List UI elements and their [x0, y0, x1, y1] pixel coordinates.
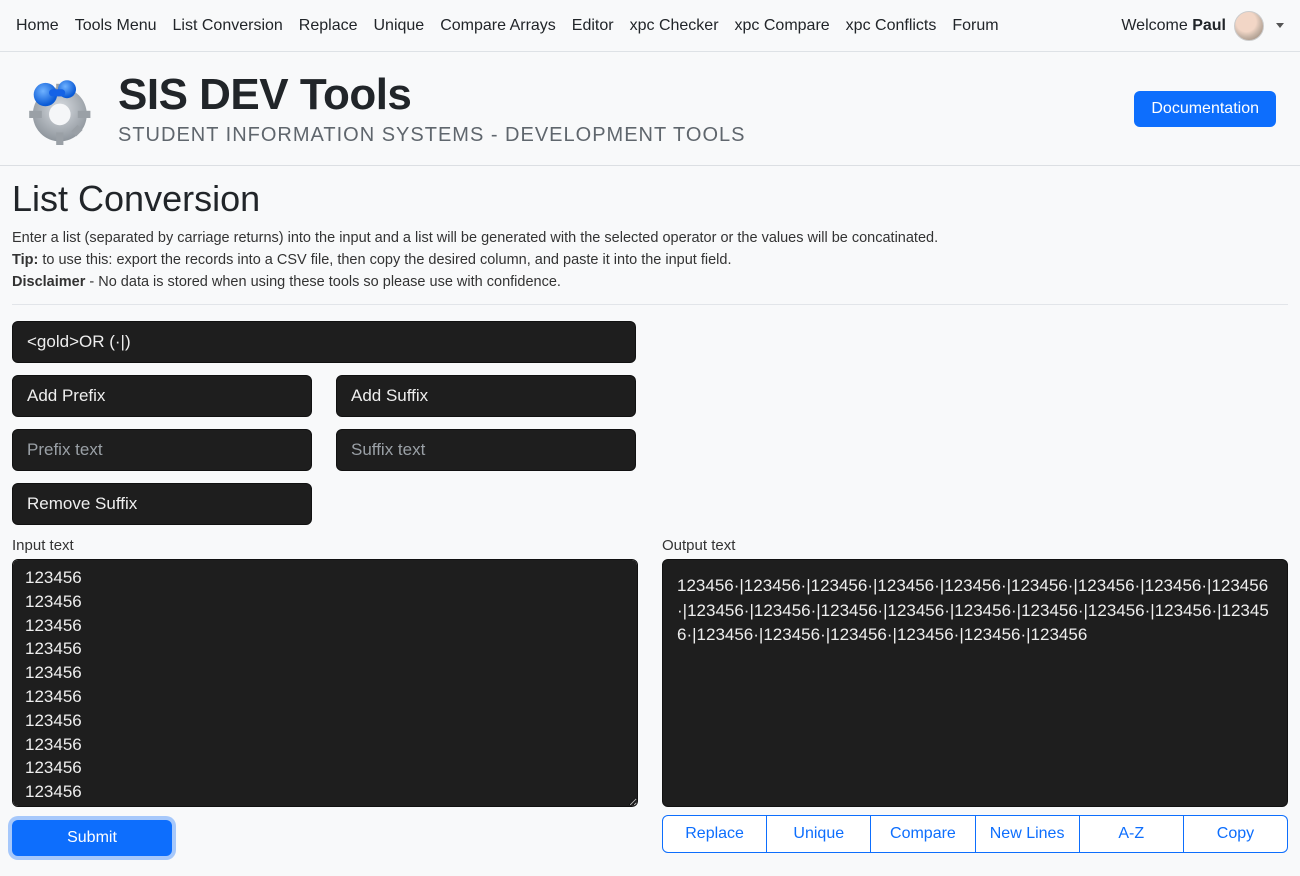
- intro-line: Enter a list (separated by carriage retu…: [12, 230, 1288, 246]
- disclaimer-line: Disclaimer - No data is stored when usin…: [12, 274, 1288, 290]
- nav-right: Welcome Paul: [1121, 11, 1284, 41]
- output-area[interactable]: 123456·|123456·|123456·|123456·|123456·|…: [662, 559, 1288, 807]
- add-prefix-label: Add Prefix: [12, 375, 312, 417]
- prefix-input[interactable]: [12, 429, 312, 471]
- top-nav: Home Tools Menu List Conversion Replace Uniq…: [0, 0, 1300, 52]
- app-title: SIS DEV Tools: [118, 70, 745, 120]
- add-suffix-label: Add Suffix: [336, 375, 636, 417]
- main: List Conversion Enter a list (separated …: [0, 166, 1300, 876]
- output-button-group: ReplaceUniqueCompareNew LinesA-ZCopy: [662, 815, 1288, 853]
- unique-button[interactable]: Unique: [767, 815, 871, 853]
- chevron-down-icon[interactable]: [1276, 23, 1284, 28]
- nav-link-tools-menu[interactable]: Tools Menu: [75, 17, 157, 35]
- copy-button[interactable]: Copy: [1184, 815, 1288, 853]
- operator-select[interactable]: [12, 321, 636, 363]
- nav-link-compare-arrays[interactable]: Compare Arrays: [440, 17, 556, 35]
- replace-button[interactable]: Replace: [662, 815, 767, 853]
- compare-button[interactable]: Compare: [871, 815, 975, 853]
- nav-link-forum[interactable]: Forum: [952, 17, 998, 35]
- nav-link-list-conversion[interactable]: List Conversion: [173, 17, 283, 35]
- welcome-name: Paul: [1192, 17, 1226, 34]
- avatar[interactable]: [1234, 11, 1264, 41]
- nav-link-editor[interactable]: Editor: [572, 17, 614, 35]
- nav-link-xpc-checker[interactable]: xpc Checker: [630, 17, 719, 35]
- app-subtitle: STUDENT INFORMATION SYSTEMS - DEVELOPMEN…: [118, 124, 745, 147]
- tip-line: Tip: to use this: export the records int…: [12, 252, 1288, 268]
- suffix-input[interactable]: [336, 429, 636, 471]
- output-label: Output text: [662, 537, 735, 554]
- welcome-text: Welcome Paul: [1121, 17, 1226, 35]
- nav-link-xpc-conflicts[interactable]: xpc Conflicts: [846, 17, 937, 35]
- intro: Enter a list (separated by carriage retu…: [12, 230, 1288, 290]
- remove-suffix-label: Remove Suffix: [12, 483, 312, 525]
- page-title: List Conversion: [12, 178, 1288, 220]
- documentation-button[interactable]: Documentation: [1134, 91, 1276, 127]
- nav-link-xpc-compare[interactable]: xpc Compare: [735, 17, 830, 35]
- nav-link-replace[interactable]: Replace: [299, 17, 358, 35]
- header: SIS DEV Tools STUDENT INFORMATION SYSTEM…: [0, 52, 1300, 166]
- submit-button[interactable]: Submit: [12, 820, 172, 856]
- header-titles: SIS DEV Tools STUDENT INFORMATION SYSTEM…: [118, 70, 745, 147]
- divider: [12, 304, 1288, 305]
- nav-link-unique[interactable]: Unique: [374, 17, 425, 35]
- nav-link-home[interactable]: Home: [16, 17, 59, 35]
- app-logo-icon: [12, 73, 104, 145]
- nav-left: Home Tools Menu List Conversion Replace Uniq…: [16, 17, 999, 35]
- a-z-button[interactable]: A-Z: [1080, 815, 1184, 853]
- input-label: Input text: [12, 537, 74, 554]
- new-lines-button[interactable]: New Lines: [976, 815, 1080, 853]
- input-textarea[interactable]: [12, 559, 638, 807]
